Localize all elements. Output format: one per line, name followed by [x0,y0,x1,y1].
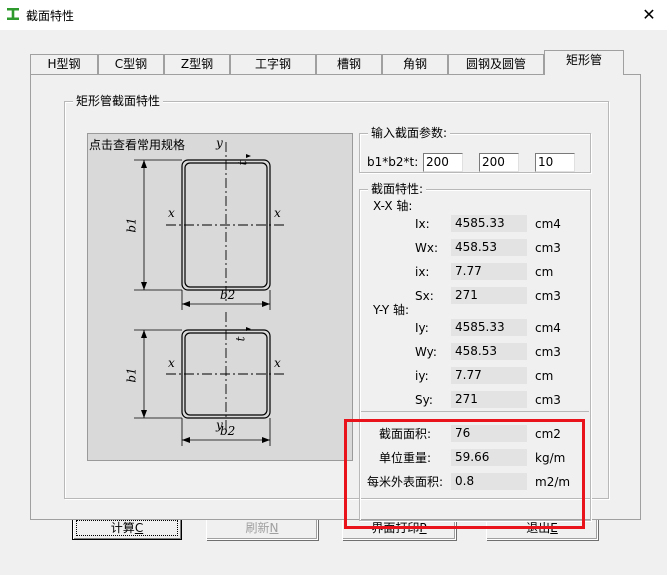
dialog-client: H型钢 C型钢 Z型钢 工字钢 槽钢 角钢 圆钢及圆管 矩形管 矩形管截面特性 … [0,30,667,575]
refresh-button-label: 刷新 [245,521,270,535]
tab-c-steel[interactable]: C型钢 [98,54,164,74]
label-x-left-bottom: x [168,356,175,370]
label-b2-bottom: b2 [220,424,236,438]
wx-value: 458.53 [451,239,527,256]
rx-unit: cm [535,265,554,279]
tab-h-steel[interactable]: H型钢 [30,54,98,74]
ix-value: 4585.33 [451,215,527,232]
title-bar[interactable]: 截面特性 ✕ [0,0,667,30]
group-title: 矩形管截面特性 [73,94,164,108]
sx-unit: cm3 [535,289,561,303]
focus-rect [76,520,178,536]
label-x-right-top: x [274,206,281,220]
label-b1-bottom: b1 [124,367,139,383]
tab-round[interactable]: 圆钢及圆管 [448,54,544,74]
wy-label: Wy: [415,345,437,359]
t-input[interactable]: 10 [535,153,575,172]
ry-unit: cm [535,369,554,383]
tab-rect-tube[interactable]: 矩形管 [544,50,624,75]
rx-label: ix: [415,265,430,279]
highlight-box [344,419,585,529]
param-label: b1*b2*t: [367,155,419,169]
rx-value: 7.77 [451,263,527,280]
app-icon [7,8,19,20]
b2-input[interactable]: 200 [479,153,519,172]
wx-label: Wx: [415,241,439,255]
tab-i-beam[interactable]: 工字钢 [230,54,316,74]
b1-input[interactable]: 200 [423,153,463,172]
tab-panel: 矩形管截面特性 点击查看常用规格 y t x x b1 b2 t x x b1 … [30,74,641,529]
tab-angle[interactable]: 角钢 [382,54,448,74]
tab-z-steel[interactable]: Z型钢 [164,54,230,74]
ry-label: iy: [415,369,429,383]
iy-label: Iy: [415,321,429,335]
sx-value: 271 [451,287,527,304]
wx-unit: cm3 [535,241,561,255]
iy-value: 4585.33 [451,319,527,336]
sx-label: Sx: [415,289,434,303]
input-group-title: 输入截面参数: [368,126,451,140]
iy-unit: cm4 [535,321,561,335]
ix-unit: cm4 [535,217,561,231]
xx-axis-label: X-X 轴: [373,199,413,213]
close-icon[interactable]: ✕ [637,2,661,26]
sy-value: 271 [451,391,527,408]
sy-unit: cm3 [535,393,561,407]
wy-value: 458.53 [451,343,527,360]
props-divider [361,411,589,412]
ix-label: Ix: [415,217,430,231]
window-title: 截面特性 [26,9,75,23]
label-x-left-top: x [168,206,175,220]
ry-value: 7.77 [451,367,527,384]
wy-unit: cm3 [535,345,561,359]
tab-channel[interactable]: 槽钢 [316,54,382,74]
label-b1-top: b1 [124,217,139,233]
label-b2-top: b2 [220,288,236,302]
label-t-top: t [235,160,250,166]
label-t-bottom: t [233,336,248,342]
label-x-right-bottom: x [274,356,281,370]
section-diagram[interactable]: 点击查看常用规格 y t x x b1 b2 t x x b1 y b2 [87,133,353,461]
props-group-title: 截面特性: [368,182,427,196]
refresh-button-key: N [269,521,279,535]
sy-label: Sy: [415,393,433,407]
label-y-top: y [216,136,223,150]
yy-axis-label: Y-Y 轴: [373,303,410,317]
